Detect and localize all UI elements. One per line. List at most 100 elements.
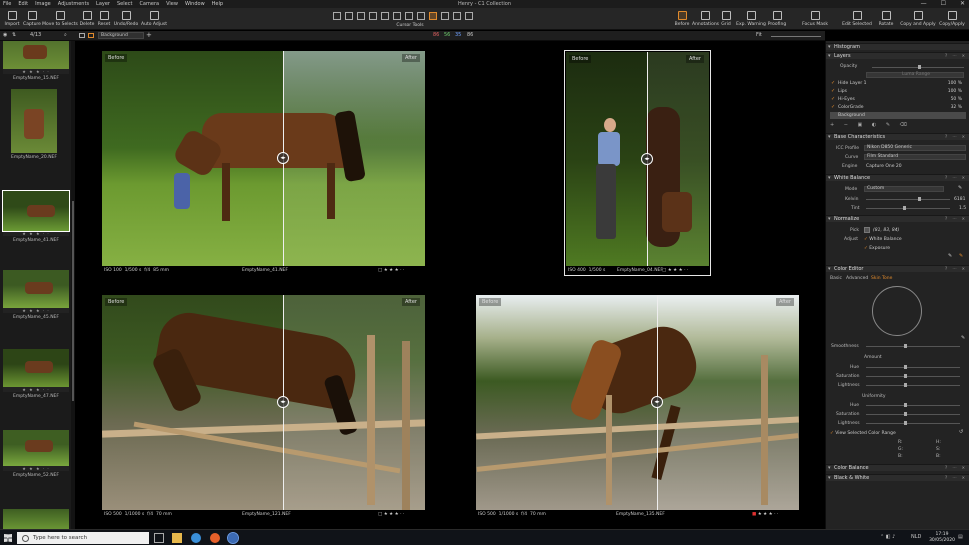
- annotations-button[interactable]: Annotations: [692, 11, 719, 27]
- taskbar-clock[interactable]: 17:19 30/05/2020: [929, 532, 955, 544]
- thumbnail-47[interactable]: ★ ★ ★ · · EmptyName_47.NEF: [3, 349, 69, 399]
- normalize-header[interactable]: Normalize? ⋯ ✕: [826, 215, 969, 222]
- taskbar-search-input[interactable]: Type here to search: [17, 532, 149, 544]
- eraser-tool-icon[interactable]: [453, 12, 461, 20]
- add-layer-icon[interactable]: +: [146, 32, 152, 39]
- reset-button[interactable]: Reset: [96, 11, 112, 27]
- layer-hide-layer-1[interactable]: ✓ Hide Layer 1 100 %: [830, 80, 966, 87]
- thumbnail-20[interactable]: EmptyName_20.NEF: [11, 89, 57, 160]
- photo-135-rating[interactable]: ■ ★ ★ ★ · ·: [752, 512, 778, 517]
- uniformity-lightness-slider[interactable]: [866, 421, 960, 425]
- luma-range-button[interactable]: Luma Range: [866, 72, 964, 78]
- multi-view-icon[interactable]: [88, 33, 94, 38]
- icc-profile-select[interactable]: Nikon D850 Generic: [864, 145, 966, 151]
- wb-mode-select[interactable]: Custom: [864, 186, 944, 192]
- amount-saturation-slider[interactable]: [866, 374, 960, 378]
- tab-basic[interactable]: Basic: [830, 276, 842, 281]
- thumbnail-45[interactable]: ★ ★ ★ · · EmptyName_45.NEF: [3, 270, 69, 320]
- menu-view[interactable]: View: [166, 1, 178, 7]
- mask-tool-icon[interactable]: [417, 12, 425, 20]
- color-picker-icon[interactable]: ✎: [961, 336, 965, 341]
- adjust-white-balance-checkbox[interactable]: ✓ White Balance: [864, 237, 902, 242]
- crop-tool-icon[interactable]: [357, 12, 365, 20]
- layer-colorgrade[interactable]: ✓ ColorGrade 32 %: [830, 104, 966, 111]
- minimize-button[interactable]: —: [921, 0, 927, 7]
- amount-hue-slider[interactable]: [866, 365, 960, 369]
- menu-file[interactable]: File: [3, 1, 11, 7]
- spot-tool-icon[interactable]: [393, 12, 401, 20]
- histogram-header[interactable]: Histogram: [826, 43, 969, 50]
- compare-handle[interactable]: ◂▸: [277, 396, 289, 408]
- menu-window[interactable]: Window: [185, 1, 205, 7]
- undo-redo-button[interactable]: Undo/Redo: [113, 11, 139, 27]
- pan-tool-icon[interactable]: [333, 12, 341, 20]
- delete-button[interactable]: Delete: [79, 11, 95, 27]
- layer-select[interactable]: Background: [98, 32, 144, 39]
- copy-and-apply-button[interactable]: Copy and Apply: [899, 11, 937, 27]
- capture-one-icon[interactable]: [227, 532, 239, 544]
- grid-button[interactable]: Grid: [719, 11, 733, 27]
- focus-mask-button[interactable]: Focus Mask: [801, 11, 829, 27]
- normalize-pick-icon[interactable]: ✎: [948, 254, 952, 259]
- menu-edit[interactable]: Edit: [18, 1, 28, 7]
- white-balance-header[interactable]: White Balance? ⋯ ✕: [826, 174, 969, 181]
- menu-select[interactable]: Select: [117, 1, 132, 7]
- photo-04-rating[interactable]: □ ★ ★ ★ · ·: [662, 268, 688, 273]
- auto-adjust-button[interactable]: Auto Adjust: [140, 11, 168, 27]
- before-button[interactable]: Before: [672, 11, 692, 27]
- kelvin-slider[interactable]: [866, 197, 950, 201]
- thumbnail-next[interactable]: [3, 509, 69, 529]
- black-white-header[interactable]: Black & White? ⋯ ✕: [826, 474, 969, 481]
- tray-icons[interactable]: ⌃ ◧ ♪: [880, 535, 895, 540]
- menu-camera[interactable]: Camera: [139, 1, 159, 7]
- proofing-button[interactable]: Proofing: [766, 11, 788, 27]
- wb-picker-icon[interactable]: ✎: [958, 186, 962, 191]
- photo-41-rating[interactable]: □ ★ ★ ★ · ·: [378, 268, 404, 273]
- thumbnail-stars[interactable]: ★ ★ ★ · ·: [3, 231, 69, 236]
- edit-selected-button[interactable]: Edit Selected: [841, 11, 873, 27]
- uniformity-saturation-slider[interactable]: [866, 412, 960, 416]
- menu-layer[interactable]: Layer: [96, 1, 110, 7]
- menu-image[interactable]: Image: [35, 1, 51, 7]
- task-view-icon[interactable]: [154, 533, 164, 543]
- language-indicator[interactable]: NLD: [911, 535, 921, 540]
- tab-advanced[interactable]: Advanced: [846, 276, 868, 281]
- tint-slider[interactable]: [866, 206, 950, 210]
- layer-actions[interactable]: + − ▣ ◐ ✎ ⌫: [830, 123, 911, 128]
- import-button[interactable]: Import: [3, 11, 21, 27]
- search-icon[interactable]: ⌕: [64, 33, 67, 38]
- uniformity-hue-slider[interactable]: [866, 403, 960, 407]
- tab-skin-tone[interactable]: Skin Tone: [871, 276, 892, 281]
- start-icon[interactable]: [4, 534, 12, 542]
- zoom-slider[interactable]: [771, 36, 821, 37]
- rotate-button[interactable]: Rotate: [876, 11, 896, 27]
- amount-lightness-slider[interactable]: [866, 383, 960, 387]
- photo-121-rating[interactable]: □ ★ ★ ★ · ·: [378, 512, 404, 517]
- thumbnail-stars[interactable]: ★ ★ ★ · ·: [3, 308, 69, 313]
- filmstrip-scrollbar[interactable]: [71, 41, 75, 529]
- close-button[interactable]: ✕: [960, 0, 965, 7]
- menu-help[interactable]: Help: [212, 1, 223, 7]
- annotate-tool-icon[interactable]: [465, 12, 473, 20]
- normalize-apply-icon[interactable]: ✎: [959, 254, 963, 259]
- maximize-button[interactable]: ☐: [941, 0, 946, 7]
- keystone-tool-icon[interactable]: [381, 12, 389, 20]
- photo-41[interactable]: Before After ◂▸: [102, 51, 425, 266]
- photo-04[interactable]: Before After ◂▸: [566, 52, 709, 266]
- single-view-icon[interactable]: [79, 33, 85, 38]
- layer-hi-eyes[interactable]: ✓ Hi-Eyes 50 %: [830, 96, 966, 103]
- gradient-tool-icon[interactable]: [441, 12, 449, 20]
- zoom-tool-icon[interactable]: [345, 12, 353, 20]
- photo-135[interactable]: Before After ◂▸: [476, 295, 799, 510]
- compare-handle[interactable]: ◂▸: [277, 152, 289, 164]
- thumbnail-52[interactable]: ★ ★ ★ · · EmptyName_52.NEF: [3, 430, 69, 478]
- layer-lips[interactable]: ✓ Lips 100 %: [830, 88, 966, 95]
- thumbnail-15[interactable]: ★ ★ ★ · · EmptyName_15.NEF: [3, 41, 69, 81]
- copy-apply-button[interactable]: Copy/Apply: [937, 11, 967, 27]
- thumbnail-stars[interactable]: ★ ★ ★ · ·: [3, 466, 69, 471]
- sort-icon[interactable]: ⇅: [12, 33, 16, 38]
- capture-button[interactable]: Capture: [22, 11, 42, 27]
- move-to-selects-button[interactable]: Move to Selects: [42, 11, 78, 27]
- explorer-icon[interactable]: [172, 533, 182, 543]
- adjust-exposure-checkbox[interactable]: ✓ Exposure: [864, 246, 890, 251]
